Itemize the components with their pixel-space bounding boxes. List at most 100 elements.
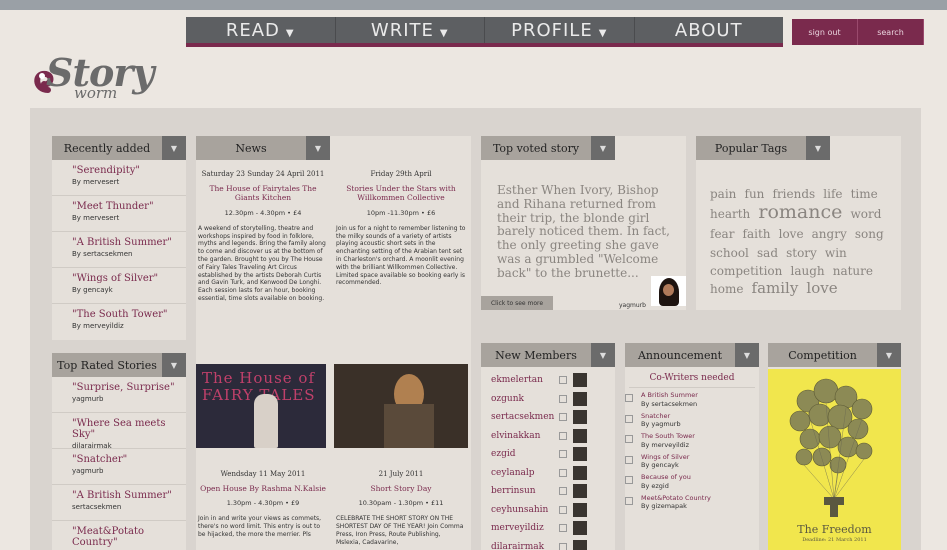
announcement-item[interactable]: Meet&Potato Country By gizemapak <box>625 494 759 512</box>
member-name[interactable]: ezgid <box>491 449 559 459</box>
announcement-item[interactable]: The South Tower By merveyildiz <box>625 432 759 450</box>
list-item[interactable]: "Wings of Silver" By gencayk <box>52 268 186 304</box>
announcement-story[interactable]: Snatcher <box>641 412 681 421</box>
member-name[interactable]: ceylanalp <box>491 468 559 478</box>
avatar[interactable] <box>573 373 587 388</box>
story-title[interactable]: "The South Tower" <box>72 309 186 320</box>
message-icon[interactable] <box>559 413 567 422</box>
story-title[interactable]: "Surprise, Surprise" <box>72 382 186 393</box>
list-item[interactable]: "Serendipity" By mervesert <box>52 160 186 196</box>
tag-link[interactable]: laugh <box>790 264 824 278</box>
list-item[interactable]: "A British Summer" sertacsekmen <box>52 485 186 521</box>
list-item[interactable]: "Snatcher" yagmurb <box>52 449 186 485</box>
message-icon[interactable] <box>559 524 567 533</box>
search-button[interactable]: search <box>858 19 924 45</box>
announcement-story[interactable]: Because of you <box>641 473 691 482</box>
message-icon[interactable] <box>559 376 567 385</box>
announcement-story[interactable]: Wings of Silver <box>641 453 689 462</box>
tag-link[interactable]: fun <box>745 187 765 201</box>
avatar[interactable] <box>573 502 587 517</box>
top-voted-user[interactable]: yagmurb <box>619 302 646 309</box>
announcement-item[interactable]: A British Summer By sertacsekmen <box>625 391 759 409</box>
member-row[interactable]: ezgid <box>481 445 615 464</box>
checkbox-icon[interactable] <box>625 394 633 402</box>
checkbox-icon[interactable] <box>625 414 633 423</box>
story-title[interactable]: "A British Summer" <box>72 237 186 248</box>
chevron-down-icon[interactable]: ▼ <box>306 136 330 160</box>
nav-write[interactable]: WRITE ▼ <box>336 17 485 43</box>
member-row[interactable]: elvinakkan <box>481 427 615 446</box>
avatar[interactable] <box>573 410 587 425</box>
news-headline[interactable]: Open House By Rashma N.Kalsie <box>198 484 328 493</box>
list-item[interactable]: "A British Summer" By sertacsekmen <box>52 232 186 268</box>
message-icon[interactable] <box>559 431 567 440</box>
nav-read[interactable]: READ ▼ <box>186 17 336 43</box>
announcement-item[interactable]: Because of you By ezgid <box>625 473 759 491</box>
story-title[interactable]: "Wings of Silver" <box>72 273 186 284</box>
announcement-story[interactable]: Meet&Potato Country <box>641 494 711 503</box>
list-item[interactable]: "Meet Thunder" By mervesert <box>52 196 186 232</box>
avatar[interactable] <box>573 484 587 499</box>
announcement-story[interactable]: The South Tower <box>641 432 695 441</box>
message-icon[interactable] <box>559 487 567 496</box>
member-row[interactable]: ceyhunsahin <box>481 501 615 520</box>
tag-link[interactable]: school <box>710 246 749 260</box>
tag-link[interactable]: time <box>851 187 878 201</box>
story-title[interactable]: "Meat&Potato Country" <box>72 526 186 548</box>
announcement-item[interactable]: Snatcher By yagmurb <box>625 412 759 430</box>
member-name[interactable]: ekmelertan <box>491 375 559 385</box>
news-photo[interactable]: The House of FAIRY TALES <box>196 364 326 448</box>
message-icon[interactable] <box>559 394 567 403</box>
member-row[interactable]: ozgunk <box>481 390 615 409</box>
announcement-story[interactable]: A British Summer <box>641 391 698 400</box>
member-row[interactable]: ekmelertan <box>481 371 615 390</box>
message-icon[interactable] <box>559 450 567 459</box>
member-name[interactable]: elvinakkan <box>491 431 559 441</box>
tag-link[interactable]: love <box>779 227 804 241</box>
avatar[interactable] <box>573 447 587 462</box>
avatar[interactable] <box>651 276 686 306</box>
news-photo[interactable] <box>334 364 468 448</box>
message-icon[interactable] <box>559 505 567 514</box>
tag-link[interactable]: win <box>825 246 847 260</box>
list-item[interactable]: "Surprise, Surprise" yagmurb <box>52 377 186 413</box>
avatar[interactable] <box>573 539 587 550</box>
story-title[interactable]: "A British Summer" <box>72 490 186 501</box>
message-icon[interactable] <box>559 468 567 477</box>
member-row[interactable]: sertacsekmen <box>481 408 615 427</box>
story-title[interactable]: "Serendipity" <box>72 165 186 176</box>
tag-link[interactable]: home <box>710 282 743 297</box>
chevron-down-icon[interactable]: ▼ <box>591 136 615 160</box>
avatar[interactable] <box>573 465 587 480</box>
tag-link[interactable]: fear <box>710 227 734 241</box>
news-headline[interactable]: Short Story Day <box>336 484 466 493</box>
avatar[interactable] <box>573 391 587 406</box>
tag-link[interactable]: life <box>823 187 842 201</box>
checkbox-icon[interactable] <box>625 496 633 505</box>
avatar[interactable] <box>573 428 587 443</box>
chevron-down-icon[interactable]: ▼ <box>877 343 901 367</box>
tag-link[interactable]: love <box>806 279 837 297</box>
member-name[interactable]: sertacsekmen <box>491 412 559 422</box>
chevron-down-icon[interactable]: ▼ <box>162 136 186 160</box>
tag-link[interactable]: angry <box>812 227 847 241</box>
member-name[interactable]: dilarairmak <box>491 542 559 550</box>
tag-link[interactable]: romance <box>758 201 842 223</box>
member-name[interactable]: ozgunk <box>491 394 559 404</box>
chevron-down-icon[interactable]: ▼ <box>591 343 615 367</box>
message-icon[interactable] <box>559 542 567 550</box>
list-item[interactable]: "Where Sea meets Sky" dilarairmak <box>52 413 186 450</box>
member-name[interactable]: merveyildiz <box>491 523 559 533</box>
story-title[interactable]: "Where Sea meets Sky" <box>72 418 186 440</box>
tag-link[interactable]: competition <box>710 264 782 278</box>
tag-link[interactable]: song <box>855 227 884 241</box>
tag-link[interactable]: story <box>786 246 817 260</box>
tag-link[interactable]: faith <box>743 227 771 241</box>
chevron-down-icon[interactable]: ▼ <box>806 136 830 160</box>
member-row[interactable]: merveyildiz <box>481 519 615 538</box>
list-item[interactable]: "The South Tower" By merveyildiz <box>52 304 186 340</box>
member-name[interactable]: berrinsun <box>491 486 559 496</box>
member-row[interactable]: dilarairmak <box>481 538 615 550</box>
checkbox-icon[interactable] <box>625 455 633 464</box>
nav-about[interactable]: ABOUT <box>635 17 784 43</box>
